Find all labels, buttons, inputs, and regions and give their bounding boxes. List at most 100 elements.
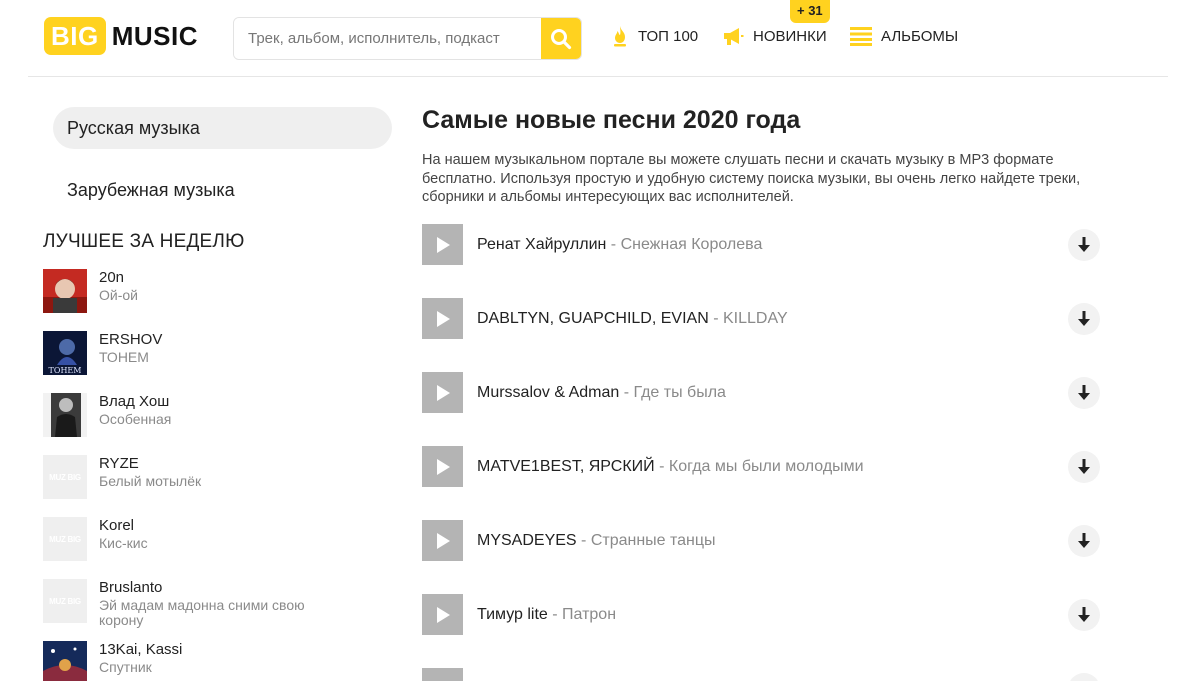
download-button[interactable]: [1068, 377, 1100, 409]
download-button[interactable]: [1068, 451, 1100, 483]
week-item-artist: ERSHOV: [99, 331, 163, 348]
download-icon: [1078, 607, 1090, 622]
play-icon: [436, 606, 450, 623]
track-separator: -: [576, 532, 591, 549]
nav-new[interactable]: НОВИНКИ: [722, 26, 827, 46]
nav-top100-label: ТОП 100: [638, 27, 699, 45]
play-button[interactable]: [422, 372, 463, 413]
week-item-title: Эй мадам мадонна сними свою корону: [99, 597, 305, 628]
week-item[interactable]: MUZ BIG Korel Кис-кис: [43, 517, 373, 563]
track-row[interactable]: DABLTYN, GUAPCHILD, EVIAN - KILLDAY: [422, 298, 1102, 340]
download-icon: [1078, 311, 1090, 326]
play-button[interactable]: [422, 520, 463, 561]
download-icon: [1078, 237, 1090, 252]
category-foreign[interactable]: Зарубежная музыка: [53, 169, 392, 211]
search-bar: [233, 17, 582, 60]
track-separator: -: [654, 458, 669, 475]
track-row[interactable]: MYSADEYES - Странные танцы: [422, 520, 1102, 562]
track-row[interactable]: Тимур lite - Патрон: [422, 594, 1102, 636]
cover-image: [43, 641, 87, 681]
track-artist: Ренат Хайруллин: [477, 236, 607, 253]
week-item[interactable]: MUZ BIG Bruslanto Эй мадам мадонна сними…: [43, 579, 373, 628]
week-item-title: Особенная: [99, 411, 172, 427]
search-input[interactable]: [234, 18, 541, 59]
play-button[interactable]: [422, 298, 463, 339]
play-button[interactable]: [422, 446, 463, 487]
category-russian[interactable]: Русская музыка: [53, 107, 392, 149]
download-button[interactable]: [1068, 599, 1100, 631]
cover-placeholder: MUZ BIG: [43, 455, 87, 499]
week-item-title: Кис-кис: [99, 535, 148, 551]
download-button[interactable]: [1068, 673, 1100, 681]
cover-image: [43, 269, 87, 313]
track-song: Патрон: [562, 606, 617, 623]
page-title: Самые новые песни 2020 года: [422, 106, 801, 134]
new-count-badge: + 31: [790, 0, 830, 23]
play-button[interactable]: [422, 594, 463, 635]
track-song: Когда мы были молодыми: [668, 458, 864, 475]
cover-placeholder: MUZ BIG: [43, 517, 87, 561]
download-button[interactable]: [1068, 229, 1100, 261]
cover-image: [43, 393, 87, 437]
cover-image: ТОНЕМ: [43, 331, 87, 375]
site-logo[interactable]: BIG MUSIC: [44, 17, 198, 55]
intro-text: На нашем музыкальном портале вы можете с…: [422, 152, 1081, 205]
track-text: Тимур lite - Патрон: [477, 606, 616, 624]
header-divider: [28, 76, 1168, 77]
track-separator: -: [619, 384, 634, 401]
nav-albums-label: АЛЬБОМЫ: [881, 27, 959, 45]
week-item[interactable]: ТОНЕМ ERSHOV ТОНЕМ: [43, 331, 373, 377]
placeholder-logo-icon: MUZ BIG: [43, 579, 87, 623]
nav-albums[interactable]: АЛЬБОМЫ: [850, 26, 958, 46]
week-item[interactable]: Влад Хош Особенная: [43, 393, 373, 439]
track-text: Ренат Хайруллин - Снежная Королева: [477, 236, 762, 254]
track-row-partial[interactable]: [422, 668, 1102, 681]
play-button[interactable]: [422, 224, 463, 265]
track-row[interactable]: Murssalov & Adman - Где ты была: [422, 372, 1102, 414]
placeholder-logo-icon: MUZ BIG: [43, 517, 87, 561]
download-icon: [1078, 533, 1090, 548]
week-item-title: Спутник: [99, 659, 152, 675]
track-text: DABLTYN, GUAPCHILD, EVIAN - KILLDAY: [477, 310, 788, 328]
logo-big: BIG: [44, 17, 106, 55]
megaphone-icon: [722, 26, 744, 46]
download-button[interactable]: [1068, 303, 1100, 335]
week-item-artist: RYZE: [99, 455, 139, 472]
track-row[interactable]: MATVE1BEST, ЯРСКИЙ - Когда мы были молод…: [422, 446, 1102, 488]
download-icon: [1078, 459, 1090, 474]
track-song: Где ты была: [633, 384, 726, 401]
week-best-title: ЛУЧШЕЕ ЗА НЕДЕЛЮ: [43, 231, 245, 252]
track-text: MATVE1BEST, ЯРСКИЙ - Когда мы были молод…: [477, 458, 864, 476]
download-button[interactable]: [1068, 525, 1100, 557]
nav-new-label: НОВИНКИ: [753, 27, 827, 45]
track-song: Снежная Королева: [620, 236, 763, 253]
track-song: Странные танцы: [590, 532, 716, 549]
flame-icon: [611, 25, 629, 47]
search-icon: [551, 28, 572, 49]
week-item-artist: Bruslanto: [99, 579, 163, 596]
play-icon: [436, 532, 450, 549]
placeholder-logo-icon: MUZ BIG: [43, 455, 87, 499]
week-item[interactable]: MUZ BIG RYZE Белый мотылёк: [43, 455, 373, 501]
track-artist: MATVE1BEST, ЯРСКИЙ: [477, 458, 655, 475]
download-icon: [1078, 385, 1090, 400]
nav-top100[interactable]: ТОП 100: [611, 25, 699, 47]
track-separator: -: [708, 310, 723, 327]
week-item-artist: Влад Хош: [99, 393, 170, 410]
play-button[interactable]: [422, 668, 463, 681]
play-icon: [436, 458, 450, 475]
week-item-title: Белый мотылёк: [99, 473, 202, 489]
track-row[interactable]: Ренат Хайруллин - Снежная Королева: [422, 224, 1102, 266]
cover-text: ТОНЕМ: [49, 366, 82, 375]
track-artist: DABLTYN, GUAPCHILD, EVIAN: [477, 310, 709, 327]
play-icon: [436, 236, 450, 253]
track-song: KILLDAY: [722, 310, 788, 327]
track-artist: MYSADEYES: [477, 532, 577, 549]
search-button[interactable]: [541, 18, 581, 59]
track-separator: -: [606, 236, 621, 253]
week-item-artist: 20n: [99, 269, 125, 286]
track-artist: Тимур lite: [477, 606, 548, 623]
week-item[interactable]: 20n Ой-ой: [43, 269, 373, 315]
week-item[interactable]: 13Kai, Kassi Спутник: [43, 641, 373, 681]
week-item-title: Ой-ой: [99, 287, 138, 303]
